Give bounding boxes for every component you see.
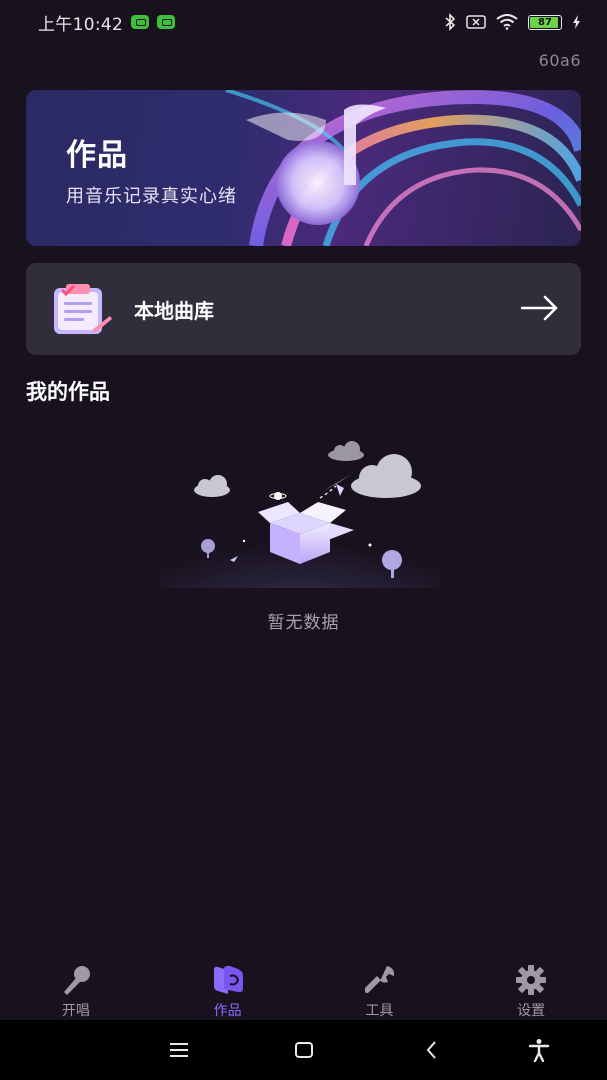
clipboard-icon — [54, 284, 112, 334]
tab-settings[interactable]: 设置 — [455, 958, 607, 1020]
works-banner[interactable]: 作品 用音乐记录真实心绪 — [26, 90, 581, 246]
system-nav-bar — [0, 1020, 607, 1080]
wifi-icon — [496, 14, 518, 30]
bluetooth-icon — [445, 13, 456, 31]
tab-label: 设置 — [517, 1003, 546, 1019]
bottom-tab-bar: 开唱 作品 工具 设置 — [0, 958, 607, 1020]
home-icon[interactable] — [294, 1038, 314, 1062]
tab-label: 作品 — [213, 1003, 242, 1019]
empty-state-text: 暂无数据 — [267, 613, 340, 633]
tab-label: 工具 — [365, 1003, 394, 1019]
banner-subtitle: 用音乐记录真实心绪 — [66, 186, 237, 207]
battery-level: 87 — [538, 16, 552, 28]
version-label: 60a6 — [538, 51, 581, 70]
wrench-icon — [365, 966, 395, 993]
gear-icon — [516, 965, 547, 995]
local-library-card[interactable]: 本地曲库 — [26, 263, 581, 355]
accessibility-icon[interactable] — [528, 1038, 550, 1062]
banner-title: 作品 — [66, 138, 128, 173]
microphone-icon — [63, 966, 90, 995]
app-notification-icon — [131, 15, 150, 29]
arrow-right-icon[interactable] — [521, 293, 559, 323]
back-icon[interactable] — [424, 1038, 440, 1062]
works-icon — [213, 965, 243, 994]
status-time: 上午10:42 — [38, 14, 124, 35]
tab-sing[interactable]: 开唱 — [0, 958, 152, 1020]
tab-tools[interactable]: 工具 — [304, 958, 456, 1020]
charging-icon — [573, 15, 580, 29]
tab-works[interactable]: 作品 — [152, 958, 304, 1020]
menu-icon[interactable] — [169, 1038, 189, 1062]
local-library-label: 本地曲库 — [134, 298, 214, 323]
app-notification-icon — [157, 15, 176, 29]
no-sim-icon — [466, 15, 486, 29]
battery-indicator: 87 — [528, 14, 562, 30]
status-bar: 上午10:42 87 — [0, 0, 607, 44]
my-works-title: 我的作品 — [26, 380, 110, 404]
tab-label: 开唱 — [61, 1003, 90, 1019]
empty-box-illustration — [160, 441, 440, 588]
